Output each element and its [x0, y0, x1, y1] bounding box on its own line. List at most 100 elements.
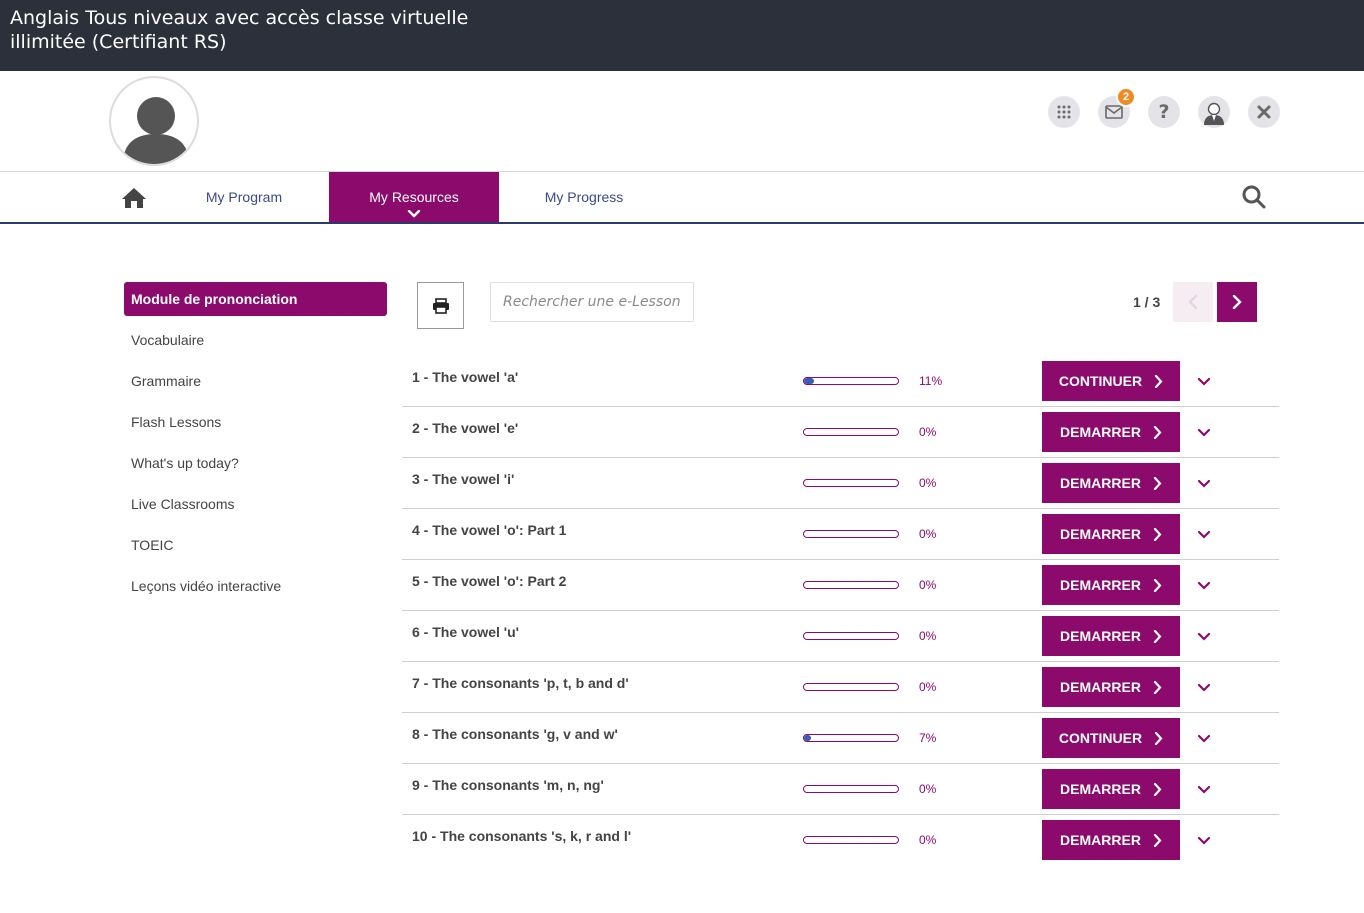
lesson-title[interactable]: 4 - The vowel 'o': Part 1: [412, 522, 566, 538]
expand-button[interactable]: [1196, 679, 1212, 695]
prev-page-button[interactable]: [1173, 282, 1213, 322]
chevron-down-icon: [1197, 581, 1211, 590]
sidebar-item-video-lessons[interactable]: Leçons vidéo interactive: [124, 569, 387, 603]
chevron-down-icon: [1197, 836, 1211, 845]
chevron-right-icon: [1155, 374, 1163, 388]
chevron-down-icon: [1197, 377, 1211, 386]
expand-button[interactable]: [1196, 577, 1212, 593]
resource-sidebar: Module de prononciation Vocabulaire Gram…: [124, 282, 387, 610]
apps-grid-icon[interactable]: [1048, 96, 1080, 128]
user-icon[interactable]: [1198, 96, 1230, 128]
action-label: CONTINUER: [1058, 373, 1143, 389]
lesson-action-button[interactable]: DEMARRER: [1042, 565, 1180, 605]
home-icon[interactable]: [121, 186, 147, 210]
expand-button[interactable]: [1196, 373, 1212, 389]
chevron-right-icon: [1232, 295, 1242, 309]
expand-button[interactable]: [1196, 832, 1212, 848]
chevron-right-icon: [1153, 782, 1162, 796]
lesson-action-button[interactable]: DEMARRER: [1042, 769, 1180, 809]
action-label: CONTINUER: [1058, 730, 1143, 746]
progress-bar: [803, 632, 899, 640]
lesson-row: 4 - The vowel 'o': Part 1 0% DEMARRER: [402, 509, 1279, 560]
sidebar-item-pronunciation[interactable]: Module de prononciation: [124, 282, 387, 316]
lesson-title[interactable]: 6 - The vowel 'u': [412, 624, 519, 640]
progress-fill: [804, 378, 815, 384]
search-icon[interactable]: [1241, 184, 1267, 210]
sidebar-item-toeic[interactable]: TOEIC: [124, 528, 387, 562]
expand-button[interactable]: [1196, 730, 1212, 746]
lesson-title[interactable]: 9 - The consonants 'm, n, ng': [412, 777, 604, 793]
lesson-title[interactable]: 3 - The vowel 'i': [412, 471, 514, 487]
tab-my-resources[interactable]: My Resources: [329, 172, 499, 222]
expand-button[interactable]: [1196, 781, 1212, 797]
lesson-title[interactable]: 7 - The consonants 'p, t, b and d': [412, 675, 629, 691]
lesson-row: 7 - The consonants 'p, t, b and d' 0% DEMA…: [402, 662, 1279, 713]
action-label: DEMARRER: [1060, 475, 1141, 491]
progress-bar: [803, 734, 899, 742]
action-label: DEMARRER: [1060, 424, 1141, 440]
lesson-title[interactable]: 5 - The vowel 'o': Part 2: [412, 573, 566, 589]
progress-bar: [803, 377, 899, 385]
tab-my-progress[interactable]: My Progress: [510, 172, 658, 222]
print-button[interactable]: [417, 282, 464, 329]
chevron-right-icon: [1153, 527, 1162, 541]
sidebar-item-flash-lessons[interactable]: Flash Lessons: [124, 405, 387, 439]
progress-bar: [803, 836, 899, 844]
lesson-list: 1 - The vowel 'a' 11% CONTINUER 2 - The vow…: [402, 356, 1279, 866]
action-label: DEMARRER: [1060, 679, 1141, 695]
lesson-row: 9 - The consonants 'm, n, ng' 0% DEMARRER: [402, 764, 1279, 815]
lesson-action-button[interactable]: DEMARRER: [1042, 667, 1180, 707]
lesson-row: 2 - The vowel 'e' 0% DEMARRER: [402, 407, 1279, 458]
lesson-title[interactable]: 2 - The vowel 'e': [412, 420, 518, 436]
sidebar-item-grammar[interactable]: Grammaire: [124, 364, 387, 398]
course-title: Anglais Tous niveaux avec accès classe v…: [10, 7, 469, 53]
chevron-down-icon: [1197, 428, 1211, 437]
print-icon: [432, 297, 449, 314]
lesson-row: 3 - The vowel 'i' 0% DEMARRER: [402, 458, 1279, 509]
lesson-action-button[interactable]: CONTINUER: [1042, 361, 1180, 401]
lesson-title[interactable]: 1 - The vowel 'a': [412, 369, 518, 385]
sidebar-item-live-classrooms[interactable]: Live Classrooms: [124, 487, 387, 521]
lesson-title[interactable]: 10 - The consonants 's, k, r and l': [412, 828, 631, 844]
progress-percent: 0%: [919, 629, 937, 643]
mail-icon[interactable]: 2: [1098, 87, 1136, 128]
progress-bar: [803, 530, 899, 538]
progress-percent: 0%: [919, 833, 937, 847]
progress-bar: [803, 479, 899, 487]
lesson-action-button[interactable]: DEMARRER: [1042, 463, 1180, 503]
avatar[interactable]: [109, 76, 199, 166]
expand-button[interactable]: [1196, 424, 1212, 440]
next-page-button[interactable]: [1217, 282, 1257, 322]
lesson-title[interactable]: 8 - The consonants 'g, v and w': [412, 726, 618, 742]
tab-label: My Program: [205, 189, 283, 205]
sidebar-item-whats-up-today[interactable]: What's up today?: [124, 446, 387, 480]
chevron-right-icon: [1153, 425, 1162, 439]
lesson-action-button[interactable]: DEMARRER: [1042, 820, 1180, 860]
lesson-action-button[interactable]: DEMARRER: [1042, 412, 1180, 452]
lesson-action-button[interactable]: DEMARRER: [1042, 514, 1180, 554]
chevron-down-icon: [1197, 785, 1211, 794]
expand-button[interactable]: [1196, 526, 1212, 542]
expand-button[interactable]: [1196, 475, 1212, 491]
close-icon[interactable]: [1248, 96, 1280, 128]
progress-bar: [803, 683, 899, 691]
lesson-action-button[interactable]: CONTINUER: [1042, 718, 1180, 758]
help-icon[interactable]: ?: [1148, 96, 1180, 128]
progress-percent: 7%: [919, 731, 937, 745]
action-label: DEMARRER: [1060, 781, 1141, 797]
chevron-down-icon: [1197, 632, 1211, 641]
progress-percent: 0%: [919, 476, 937, 490]
tab-my-program[interactable]: My Program: [170, 172, 318, 222]
lesson-search-input[interactable]: [490, 282, 694, 322]
action-label: DEMARRER: [1060, 577, 1141, 593]
lesson-row: 8 - The consonants 'g, v and w' 7% CONTINU…: [402, 713, 1279, 764]
progress-percent: 0%: [919, 680, 937, 694]
lesson-action-button[interactable]: DEMARRER: [1042, 616, 1180, 656]
progress-percent: 0%: [919, 527, 937, 541]
chevron-down-icon: [407, 210, 421, 218]
action-label: DEMARRER: [1060, 526, 1141, 542]
sidebar-item-vocabulary[interactable]: Vocabulaire: [124, 323, 387, 357]
chevron-down-icon: [1197, 683, 1211, 692]
expand-button[interactable]: [1196, 628, 1212, 644]
chevron-right-icon: [1153, 476, 1162, 490]
